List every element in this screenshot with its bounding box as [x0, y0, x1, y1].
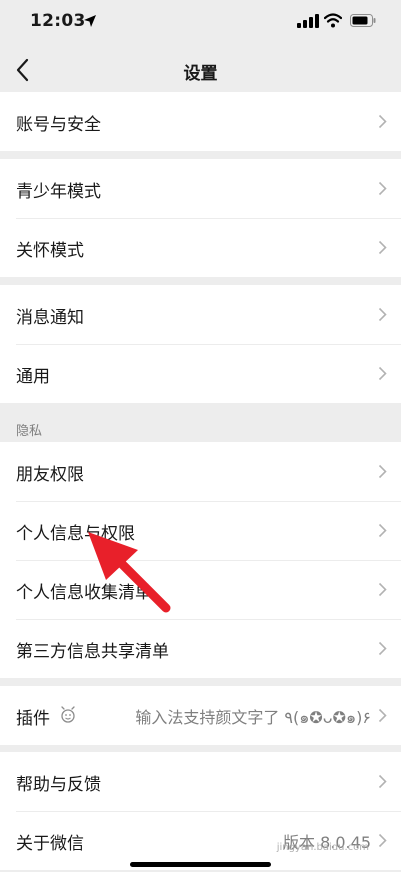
settings-item-label: 关于微信 — [16, 834, 84, 854]
group-plugin: 插件 输入法支持颜文字了 ٩(๑✪ᴗ✪๑)۶ — [0, 686, 401, 745]
signal-icon — [297, 14, 319, 28]
chevron-right-icon — [378, 307, 387, 322]
settings-item-plugins[interactable]: 插件 输入法支持颜文字了 ٩(๑✪ᴗ✪๑)۶ — [0, 686, 401, 745]
settings-item-personal-info-collection[interactable]: 个人信息收集清单 — [0, 560, 401, 619]
location-arrow-icon — [84, 15, 96, 27]
chevron-right-icon — [378, 464, 387, 479]
settings-item-third-party-sharing[interactable]: 第三方信息共享清单 — [0, 619, 401, 678]
wifi-icon — [324, 13, 342, 28]
chevron-right-icon — [378, 240, 387, 255]
group-privacy: 朋友权限 个人信息与权限 个人信息收集清单 第三方信息共享清单 — [0, 442, 401, 678]
home-indicator — [130, 862, 271, 867]
settings-item-friend-permissions[interactable]: 朋友权限 — [0, 442, 401, 501]
settings-item-care-mode[interactable]: 关怀模式 — [0, 218, 401, 277]
settings-item-label: 帮助与反馈 — [16, 775, 101, 795]
chevron-right-icon — [378, 833, 387, 848]
settings-item-label: 青少年模式 — [16, 182, 101, 202]
group-general: 消息通知 通用 — [0, 285, 401, 403]
chevron-right-icon — [378, 582, 387, 597]
battery-icon — [350, 14, 376, 27]
group-modes: 青少年模式 关怀模式 — [0, 159, 401, 277]
chevron-right-icon — [378, 708, 387, 723]
watermark-text: jingyan.baidu.com — [276, 842, 369, 853]
annotation-arrow-icon — [88, 532, 171, 613]
group-about: 帮助与反馈 关于微信 版本 8.0.45 jingyan.baidu.com — [0, 752, 401, 870]
settings-item-personal-info-permissions[interactable]: 个人信息与权限 — [0, 501, 401, 560]
plugin-status-text: 输入法支持颜文字了 ٩(๑✪ᴗ✪๑)۶ — [135, 708, 371, 727]
plugin-icon — [61, 706, 75, 723]
chevron-right-icon — [378, 114, 387, 129]
settings-item-label: 插件 — [16, 709, 50, 729]
page-title: 设置 — [183, 64, 218, 84]
settings-item-label: 朋友权限 — [16, 465, 84, 485]
settings-item-label: 关怀模式 — [16, 241, 84, 261]
settings-item-notifications[interactable]: 消息通知 — [0, 285, 401, 344]
chevron-right-icon — [378, 181, 387, 196]
settings-item-label: 消息通知 — [16, 308, 84, 328]
settings-item-label: 账号与安全 — [16, 115, 101, 135]
settings-item-label: 第三方信息共享清单 — [16, 642, 169, 662]
status-time: 12:03 — [30, 11, 86, 31]
chevron-right-icon — [378, 641, 387, 656]
nav-bar: 设置 — [0, 48, 401, 92]
settings-item-label: 通用 — [16, 367, 50, 387]
settings-item-teen-mode[interactable]: 青少年模式 — [0, 159, 401, 218]
settings-item-account-security[interactable]: 账号与安全 — [0, 92, 401, 151]
status-bar: 12:03 — [0, 0, 401, 48]
chevron-right-icon — [378, 774, 387, 789]
settings-item-help-feedback[interactable]: 帮助与反馈 — [0, 752, 401, 811]
chevron-right-icon — [378, 366, 387, 381]
chevron-right-icon — [378, 523, 387, 538]
settings-item-general[interactable]: 通用 — [0, 344, 401, 403]
section-header-privacy: 隐私 — [16, 424, 43, 439]
group-account: 账号与安全 — [0, 92, 401, 151]
